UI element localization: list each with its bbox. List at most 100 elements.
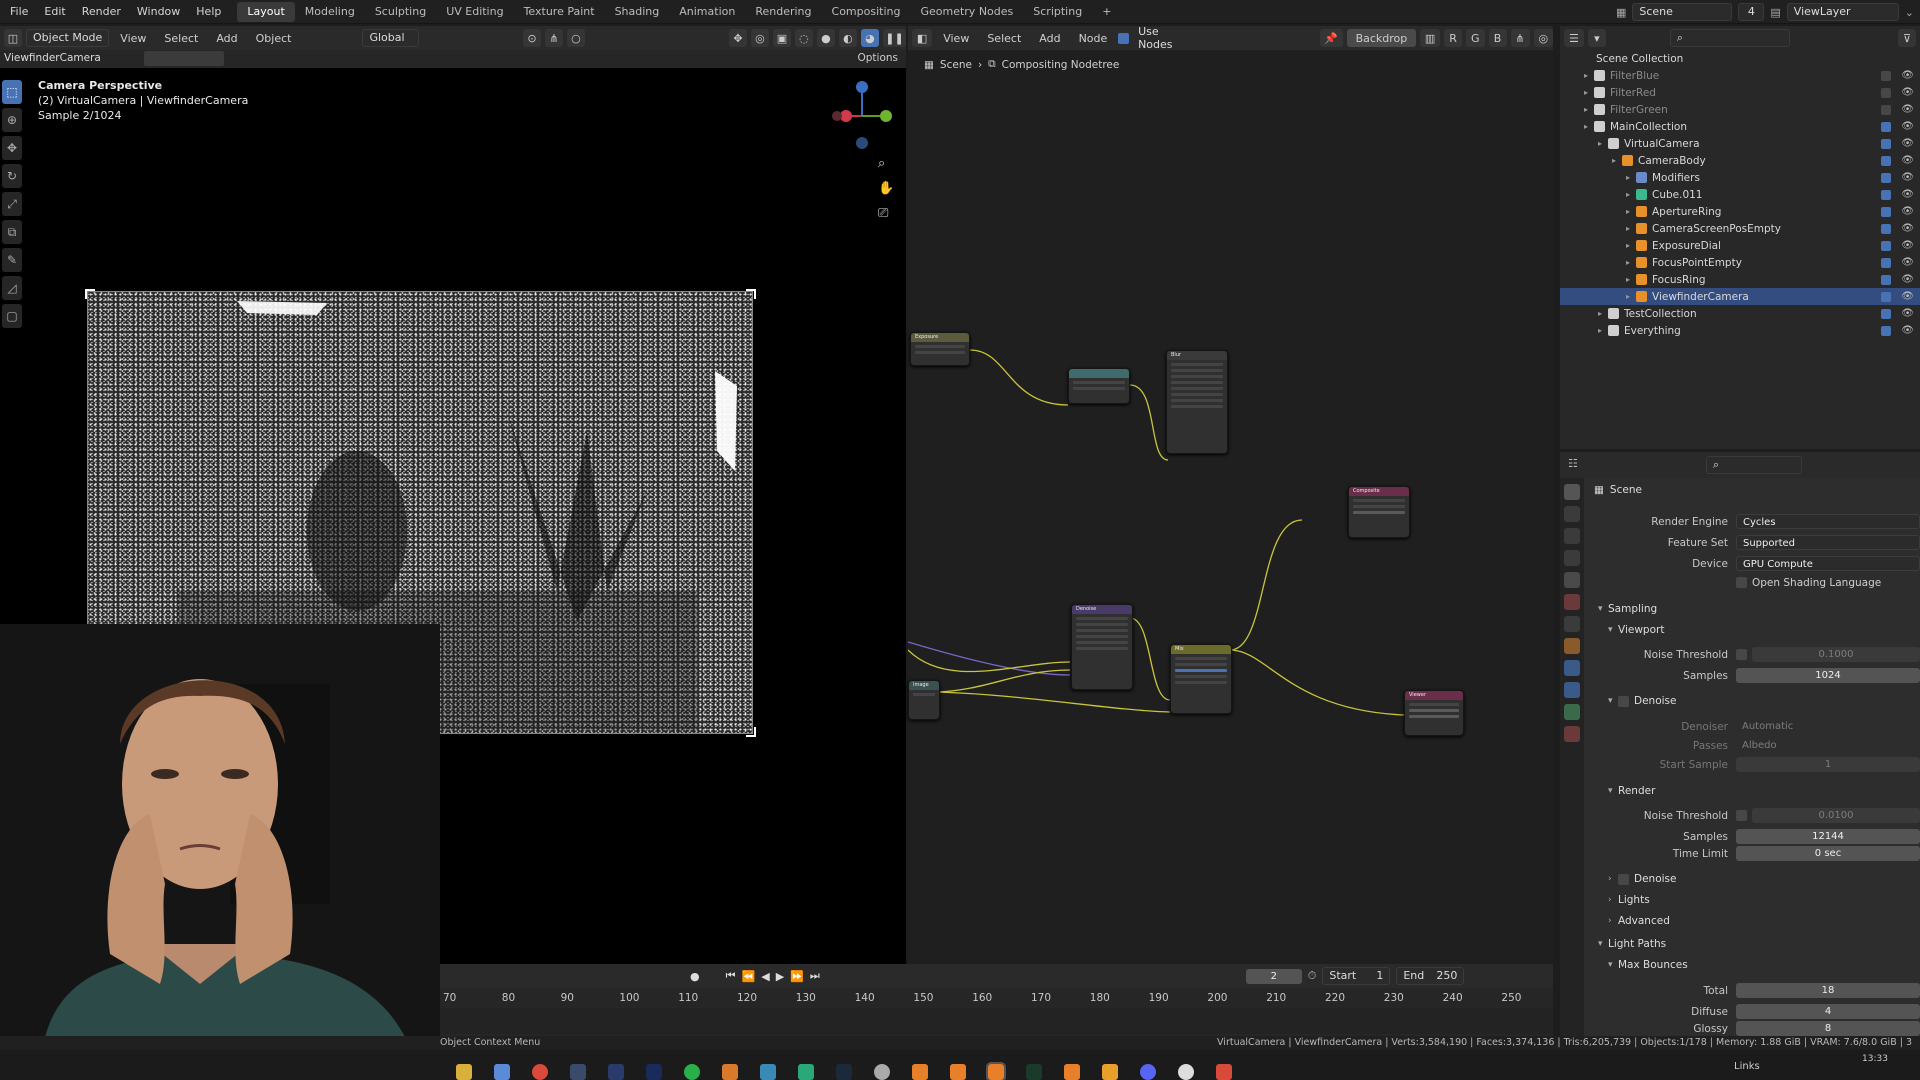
exclude-checkbox[interactable] <box>1881 189 1891 200</box>
app-icon[interactable] <box>1216 1064 1232 1080</box>
expand-arrow-icon[interactable]: ▸ <box>1598 139 1608 148</box>
exclude-checkbox[interactable] <box>1881 87 1891 98</box>
math-node[interactable] <box>1068 368 1130 404</box>
node-editor-type-icon[interactable]: ◧ <box>912 29 933 47</box>
texture-tab-icon[interactable] <box>1564 726 1580 742</box>
expand-arrow-icon[interactable]: ▸ <box>1626 190 1636 199</box>
blur-node[interactable]: Blur <box>1166 350 1228 454</box>
expand-arrow-icon[interactable]: ▸ <box>1598 326 1608 335</box>
calculator-icon[interactable] <box>494 1064 510 1080</box>
designer-icon[interactable] <box>836 1064 852 1080</box>
workspace-tab-modeling[interactable]: Modeling <box>295 2 365 22</box>
openai-icon[interactable] <box>874 1064 890 1080</box>
mode-selector[interactable]: Object Mode <box>26 29 110 47</box>
preview-range-icon[interactable]: ⏱ <box>1308 969 1317 983</box>
outliner-item[interactable]: ▸ ViewfinderCamera 👁 <box>1560 288 1920 305</box>
pin-icon[interactable]: 📌 <box>1319 29 1343 47</box>
overlay-node-icon[interactable]: ◎ <box>1533 29 1553 47</box>
vlc-icon[interactable] <box>1102 1064 1118 1080</box>
viewport-subpanel-header[interactable]: ▾ Viewport <box>1608 621 1664 639</box>
end-frame-field[interactable]: End 250 <box>1396 967 1465 985</box>
outliner-item[interactable]: ▸ VirtualCamera 👁 <box>1560 135 1920 152</box>
play-reverse-icon[interactable]: ◀ <box>761 970 769 983</box>
render-engine-select[interactable]: Cycles <box>1736 514 1920 529</box>
app-icon[interactable] <box>798 1064 814 1080</box>
device-select[interactable]: GPU Compute <box>1736 556 1920 571</box>
view-layer-tab-icon[interactable] <box>1564 550 1580 566</box>
chrome-icon[interactable] <box>532 1064 548 1080</box>
advanced-header[interactable]: › Advanced <box>1608 912 1670 930</box>
visibility-eye-icon[interactable]: 👁 <box>1901 308 1914 319</box>
exclude-checkbox[interactable] <box>1881 240 1891 251</box>
outliner-item[interactable]: ▸ ExposureDial 👁 <box>1560 237 1920 254</box>
vp-denoise-checkbox[interactable] <box>1618 695 1629 707</box>
jump-end-icon[interactable]: ⏭ <box>810 969 820 983</box>
xray-icon[interactable]: ▣ <box>772 29 791 47</box>
next-keyframe-icon[interactable]: ⏩ <box>790 970 804 983</box>
exclude-checkbox[interactable] <box>1881 325 1891 336</box>
expand-arrow-icon[interactable]: ▸ <box>1612 156 1622 165</box>
vp-noise-field[interactable]: 0.1000 <box>1752 647 1920 662</box>
timeline-ruler[interactable]: 70 80 90 100 110 120 130 140 150 160 170 180 190 200 2… <box>440 990 1553 1006</box>
camera-selector[interactable]: ViewfinderCamera <box>4 52 101 64</box>
scale-tool-icon[interactable]: ⤢ <box>2 192 22 216</box>
collection-tab-icon[interactable] <box>1564 616 1580 632</box>
photoshop-icon[interactable] <box>646 1064 662 1080</box>
visibility-eye-icon[interactable]: 👁 <box>1901 206 1914 217</box>
pause-render-icon[interactable]: ❚❚ <box>882 29 906 47</box>
annotate-tool-icon[interactable]: ✎ <box>2 248 22 272</box>
blender-icon[interactable] <box>912 1064 928 1080</box>
physics-tab-icon[interactable] <box>1564 660 1580 676</box>
expand-arrow-icon[interactable]: ▸ <box>1584 88 1594 97</box>
outliner-search[interactable]: ⌕ <box>1669 29 1790 47</box>
cursor-tool-icon[interactable]: ⊕ <box>2 108 22 132</box>
blender-icon[interactable] <box>950 1064 966 1080</box>
menu-help[interactable]: Help <box>188 5 229 18</box>
visibility-eye-icon[interactable]: 👁 <box>1901 172 1914 183</box>
exclude-checkbox[interactable] <box>1881 70 1891 81</box>
options-button[interactable]: Options <box>857 52 898 64</box>
visibility-eye-icon[interactable]: 👁 <box>1901 274 1914 285</box>
r-noise-checkbox[interactable] <box>1736 810 1747 821</box>
outliner-item[interactable]: ▸ FilterGreen 👁 <box>1560 101 1920 118</box>
workspace-tab-layout[interactable]: Layout <box>237 1 295 22</box>
exclude-checkbox[interactable] <box>1881 172 1891 183</box>
file-explorer-icon[interactable] <box>456 1064 472 1080</box>
channel-r-button[interactable]: R <box>1444 29 1463 47</box>
visibility-eye-icon[interactable]: 👁 <box>1901 121 1914 132</box>
properties-search[interactable]: ⌕ <box>1706 456 1802 474</box>
camera-view-icon[interactable]: ⎚ <box>878 206 896 221</box>
outliner-item[interactable]: ▸ FilterBlue 👁 <box>1560 67 1920 84</box>
vp-noise-checkbox[interactable] <box>1736 649 1747 660</box>
pan-hand-icon[interactable]: ✋ <box>878 181 896 196</box>
node-menu-select[interactable]: Select <box>980 32 1028 45</box>
world-tab-icon[interactable] <box>1564 594 1580 610</box>
node-menu-node[interactable]: Node <box>1072 32 1115 45</box>
node-menu-view[interactable]: View <box>936 32 976 45</box>
exclude-checkbox[interactable] <box>1881 121 1891 132</box>
data-tab-icon[interactable] <box>1564 704 1580 720</box>
light-paths-header[interactable]: ▾ Light Paths <box>1598 935 1666 953</box>
start-sample-field[interactable]: 1 <box>1736 757 1920 772</box>
move-tool-icon[interactable]: ✥ <box>2 136 22 160</box>
exclude-checkbox[interactable] <box>1881 223 1891 234</box>
outliner-item[interactable]: ▸ FocusPointEmpty 👁 <box>1560 254 1920 271</box>
r-denoise-checkbox[interactable] <box>1618 873 1629 885</box>
solid-shading-icon[interactable]: ● <box>816 29 835 47</box>
exclude-checkbox[interactable] <box>1881 206 1891 217</box>
blender-icon[interactable] <box>1064 1064 1080 1080</box>
sampling-panel-header[interactable]: ▾ Sampling <box>1598 600 1657 618</box>
glossy-field[interactable]: 8 <box>1736 1021 1920 1036</box>
total-field[interactable]: 18 <box>1736 983 1920 998</box>
visibility-eye-icon[interactable]: 👁 <box>1901 291 1914 302</box>
outliner-item[interactable]: ▸ ApertureRing 👁 <box>1560 203 1920 220</box>
snap-icon[interactable]: ⋔ <box>544 29 563 47</box>
channel-rgba-icon[interactable]: ▥ <box>1419 29 1441 47</box>
app-icon[interactable] <box>1178 1064 1194 1080</box>
channel-b-button[interactable]: B <box>1488 29 1507 47</box>
r-noise-field[interactable]: 0.0100 <box>1752 808 1920 823</box>
expand-arrow-icon[interactable]: ▸ <box>1626 241 1636 250</box>
workspace-tab-geometry-nodes[interactable]: Geometry Nodes <box>910 2 1023 22</box>
filter-icon[interactable]: ⌄ <box>1905 6 1914 19</box>
outliner-item[interactable]: ▸ Everything 👁 <box>1560 322 1920 339</box>
